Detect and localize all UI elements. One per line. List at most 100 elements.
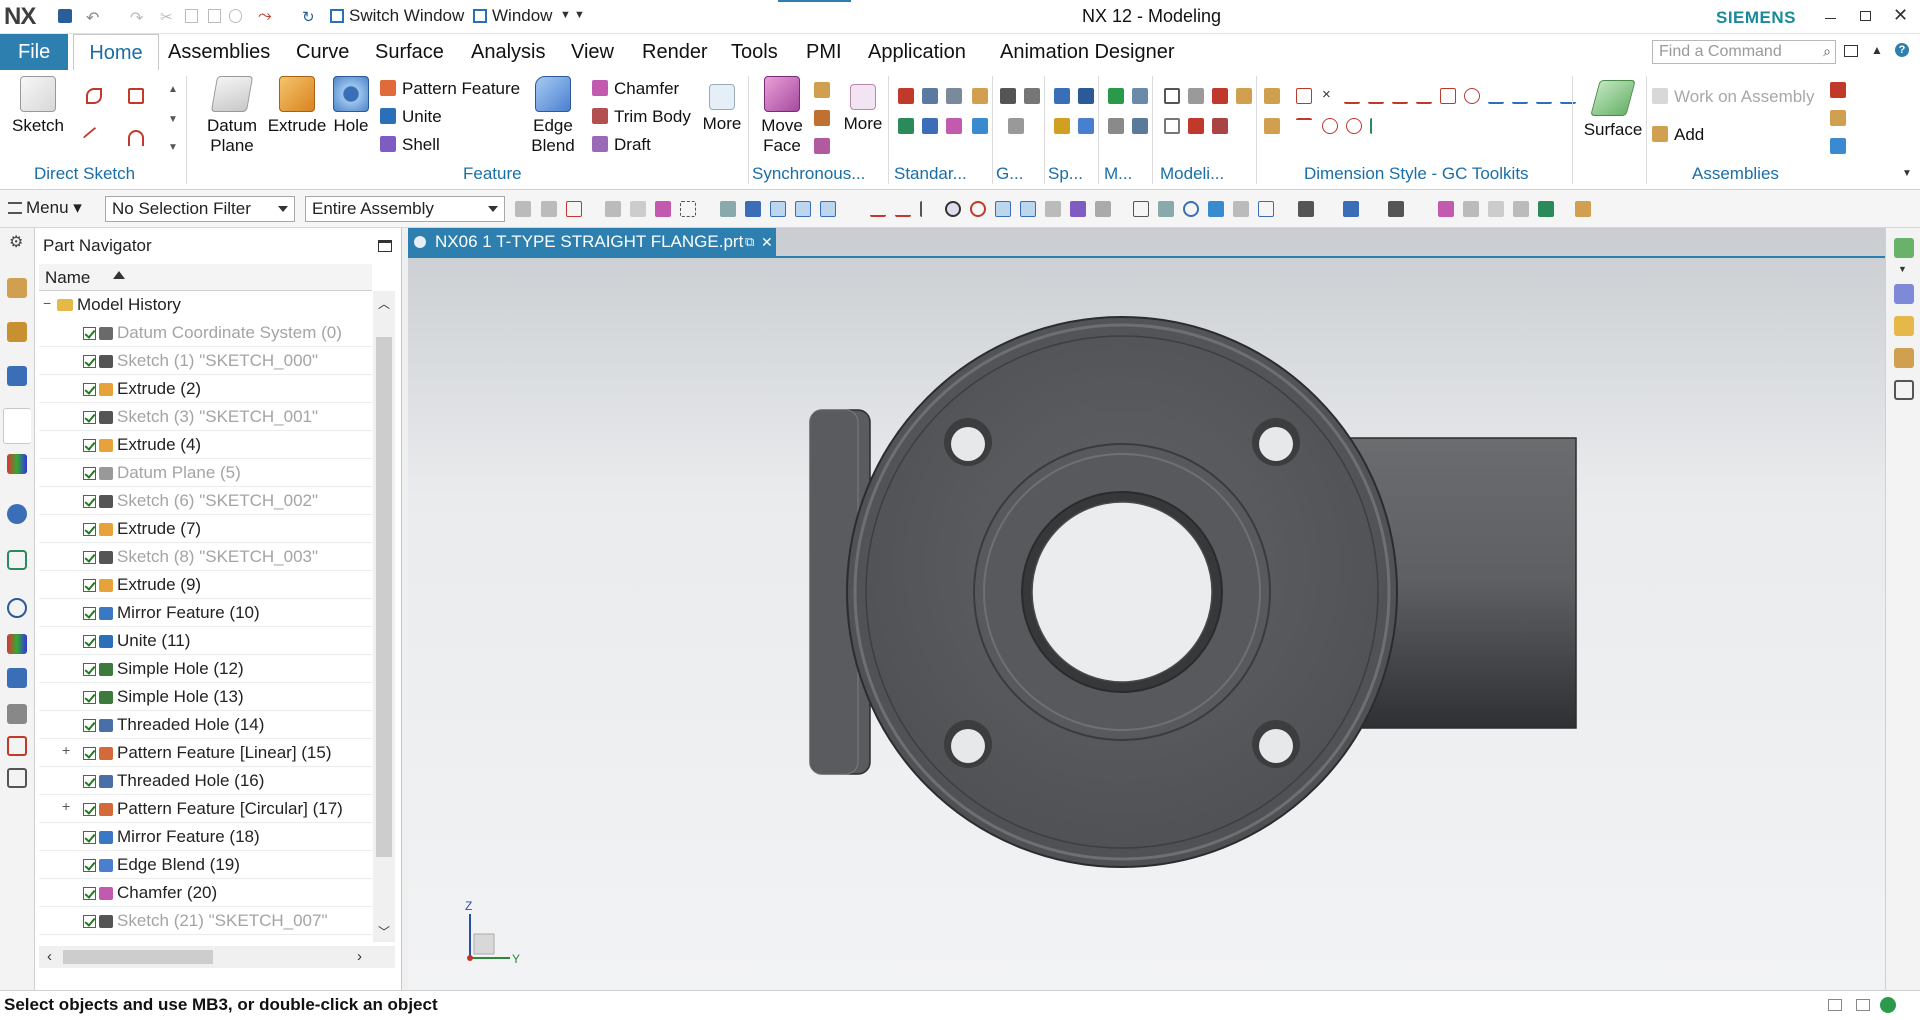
scroll-down-icon[interactable]: ﹀ — [378, 923, 390, 940]
tab-application[interactable]: Application — [858, 34, 976, 70]
window-dropdown-icon[interactable]: ▼ — [560, 9, 571, 21]
visibility-checkbox[interactable] — [83, 579, 96, 592]
snap-tool-icon[interactable] — [1095, 201, 1111, 217]
navigator-feature-row[interactable]: Chamfer (20) — [39, 879, 372, 907]
snap-tool-icon[interactable] — [630, 201, 646, 217]
unite-command[interactable]: Unite — [380, 106, 442, 128]
navigator-horizontal-scrollbar[interactable]: ‹ › — [39, 946, 395, 968]
view-tool-icon[interactable] — [1133, 201, 1149, 217]
status-fullscreen-icon[interactable] — [1856, 999, 1870, 1011]
snap-tool-icon[interactable] — [720, 201, 736, 217]
history-icon[interactable] — [7, 598, 27, 618]
move-face-command[interactable]: Move Face — [756, 76, 808, 156]
spring-tool-icon[interactable] — [1054, 118, 1070, 134]
dimension-tool-icon[interactable] — [1264, 88, 1280, 104]
ribbon-options-icon[interactable] — [1844, 45, 1858, 57]
resource-bar-settings-icon[interactable]: ⚙ — [9, 232, 23, 252]
snap-tool-icon[interactable] — [745, 201, 761, 217]
part-navigator-icon[interactable] — [7, 366, 27, 386]
navigator-feature-row[interactable]: Extrude (4) — [39, 431, 372, 459]
gear-tool-icon[interactable] — [1008, 118, 1024, 134]
navigator-feature-row[interactable]: Extrude (9) — [39, 571, 372, 599]
visibility-checkbox[interactable] — [83, 831, 96, 844]
mold-tool-icon[interactable] — [1132, 88, 1148, 104]
delete-face-icon[interactable] — [814, 138, 830, 154]
view-tool-icon[interactable] — [1208, 201, 1224, 217]
bolt-hole[interactable] — [1252, 720, 1300, 768]
manufacturing-wizards-icon[interactable] — [7, 668, 27, 688]
dimension-tool-icon[interactable] — [1368, 88, 1384, 104]
standard-tool-icon[interactable] — [946, 118, 962, 134]
spring-tool-icon[interactable] — [1078, 88, 1094, 104]
visibility-checkbox[interactable] — [83, 551, 96, 564]
line-icon[interactable] — [82, 126, 106, 150]
snap-tool-icon[interactable] — [1070, 201, 1086, 217]
navigator-feature-row[interactable]: Datum Coordinate System (0) — [39, 319, 372, 347]
work-on-assembly-command[interactable]: Work on Assembly — [1652, 86, 1814, 108]
navigator-feature-row[interactable]: Datum Plane (5) — [39, 459, 372, 487]
dimension-tool-icon[interactable] — [1536, 88, 1552, 104]
undo-icon[interactable]: ↶ — [86, 8, 99, 28]
navigator-feature-row[interactable]: Threaded Hole (16) — [39, 767, 372, 795]
dimension-tool-icon[interactable] — [1344, 88, 1360, 104]
snap-tool-icon[interactable] — [566, 201, 582, 217]
visibility-checkbox[interactable] — [83, 467, 96, 480]
tab-file[interactable]: File — [0, 34, 69, 70]
delete-icon[interactable] — [229, 9, 242, 23]
snap-tool-icon[interactable] — [655, 201, 671, 217]
navigator-feature-row[interactable]: Threaded Hole (14) — [39, 711, 372, 739]
search-icon[interactable]: ⌕ — [1823, 43, 1831, 60]
view-tool-icon[interactable] — [1388, 201, 1404, 217]
visibility-checkbox[interactable] — [83, 495, 96, 508]
navigator-feature-row[interactable]: Sketch (6) "SKETCH_002" — [39, 487, 372, 515]
sketch-gallery-more-icon[interactable]: ▼ — [168, 142, 178, 153]
snap-tool-icon[interactable] — [605, 201, 621, 217]
gear-tool-icon[interactable] — [1024, 88, 1040, 104]
sync-more-command[interactable]: More — [840, 84, 886, 134]
navigator-feature-row[interactable]: Sketch (21) "SKETCH_007" — [39, 907, 372, 935]
datum-plane-command[interactable]: Datum Plane — [200, 76, 264, 156]
visibility-checkbox[interactable] — [83, 775, 96, 788]
visibility-checkbox[interactable] — [83, 663, 96, 676]
profile-icon[interactable] — [86, 88, 102, 104]
view-tool-icon[interactable] — [1538, 201, 1554, 217]
minimize-icon[interactable] — [1825, 18, 1836, 19]
view-tool-icon[interactable] — [1258, 201, 1274, 217]
pattern-feature-command[interactable]: Pattern Feature — [380, 78, 520, 100]
surface-command[interactable]: Surface — [1580, 80, 1646, 140]
standard-tool-icon[interactable] — [922, 88, 938, 104]
snap-tool-icon[interactable] — [895, 201, 911, 217]
navigator-feature-row[interactable]: Unite (11) — [39, 627, 372, 655]
spring-tool-icon[interactable] — [1078, 118, 1094, 134]
snap-tool-icon[interactable] — [795, 201, 811, 217]
visibility-checkbox[interactable] — [83, 411, 96, 424]
selection-scope-dropdown[interactable]: Entire Assembly — [305, 196, 505, 222]
close-icon[interactable]: ✕ — [1893, 5, 1908, 26]
graphics-window[interactable]: NX06 1 T-TYPE STRAIGHT FLANGE.prt ⧉ ✕ Z … — [408, 228, 1885, 990]
replace-face-icon[interactable] — [814, 110, 830, 126]
spring-tool-icon[interactable] — [1054, 88, 1070, 104]
visibility-checkbox[interactable] — [83, 803, 96, 816]
view-tool-icon[interactable] — [1183, 201, 1199, 217]
bolt-hole[interactable] — [1252, 418, 1300, 466]
view-tool-icon[interactable] — [1488, 201, 1504, 217]
surface-tool-icon[interactable] — [1894, 238, 1914, 258]
tab-analysis[interactable]: Analysis — [461, 34, 555, 70]
flange-model[interactable]: Z Y — [408, 258, 1885, 990]
sketch-gallery-scroll-down-icon[interactable]: ▼ — [168, 114, 178, 125]
find-command-input[interactable]: Find a Command ⌕ — [1652, 40, 1836, 64]
surface-tool-icon[interactable] — [1894, 316, 1914, 336]
tab-pmi[interactable]: PMI — [796, 34, 852, 70]
snap-tool-icon[interactable] — [770, 201, 786, 217]
bore-opening[interactable] — [1031, 501, 1213, 683]
navigator-feature-row[interactable]: Extrude (7) — [39, 515, 372, 543]
help-icon[interactable]: ? — [1895, 43, 1909, 57]
bolt-hole[interactable] — [944, 720, 992, 768]
view-tool-icon[interactable] — [1158, 201, 1174, 217]
arc-icon[interactable] — [128, 130, 144, 146]
standard-tool-icon[interactable] — [972, 118, 988, 134]
surface-tool-icon[interactable] — [1894, 348, 1914, 368]
assembly-navigator-icon[interactable] — [7, 278, 27, 298]
dimension-tool-icon[interactable] — [1440, 88, 1456, 104]
offset-region-icon[interactable] — [814, 82, 830, 98]
